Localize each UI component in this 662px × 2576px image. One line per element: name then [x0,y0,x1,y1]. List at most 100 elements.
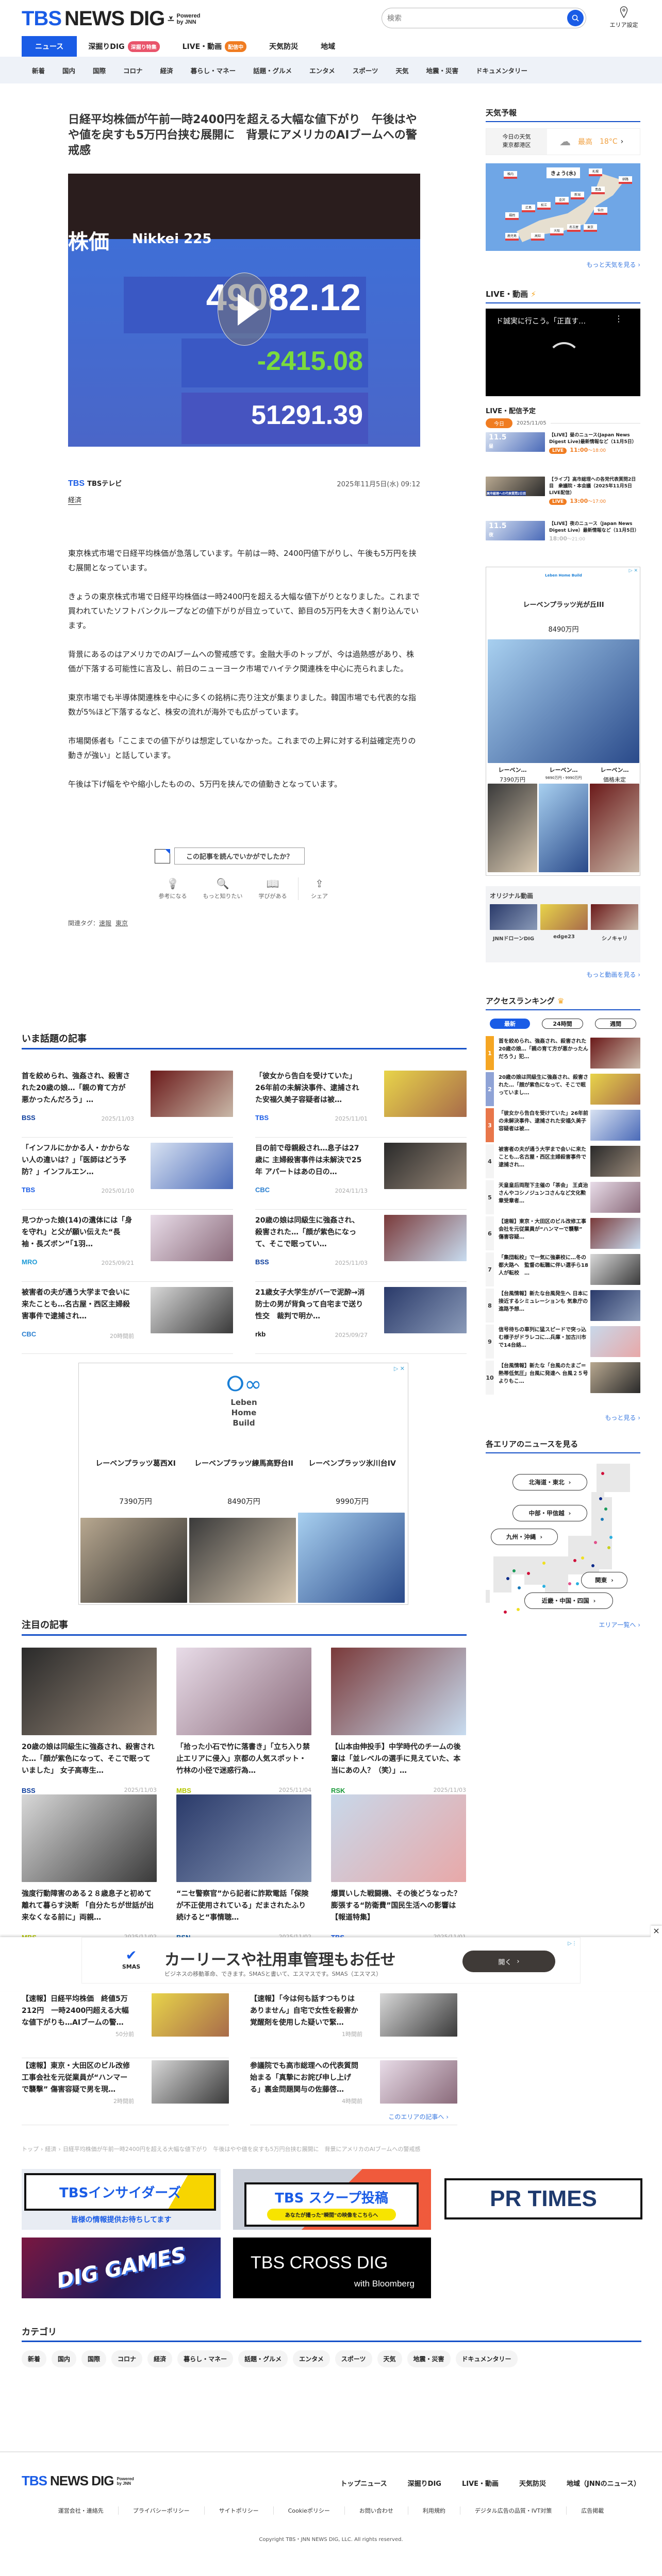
tag-link[interactable]: 速報 [99,920,111,927]
site-logo[interactable]: TBS NEWS DIG ⩡ Powered by JNN [22,7,201,30]
ranking-thumbnail[interactable] [590,1182,640,1213]
more-options-icon[interactable]: ⋮ [615,314,623,324]
ad-property-name[interactable]: レーベンプラッツ葛西XI [84,1459,187,1469]
article-thumbnail[interactable] [22,1648,157,1735]
article-thumbnail[interactable] [380,2060,457,2104]
area-button[interactable]: 中部・甲信越 › [512,1505,587,1521]
article-thumbnail[interactable] [384,1143,467,1189]
ad-property-image[interactable] [189,1518,296,1603]
ad-property-image[interactable] [590,784,639,872]
banner-tbs-insiders[interactable]: TBSインサイダーズ 皆様の情報提供お待ちしてます [22,2169,221,2230]
ranking-item[interactable]: 2 20歳の娘は同級生に強姦され、殺害された…「顔が紫色になって、そこで眠っていま… [486,1072,640,1106]
article-thumbnail[interactable] [151,1143,233,1189]
article-thumbnail[interactable] [151,1287,233,1333]
trending-article[interactable]: 首を絞められ、強姦され、殺害された20歳の娘…「親の育て方が悪かったんだろう」…… [22,1060,233,1138]
ranking-thumbnail[interactable] [590,1110,640,1141]
category-chip[interactable]: 天気 [377,2350,402,2367]
ranking-thumbnail[interactable] [590,1290,640,1321]
trending-article[interactable]: 「インフルにかかる人・かからない人の違いは？」「医師はどう予防？」インフルエン…… [22,1132,233,1210]
trending-article[interactable]: 目の前で母親殺され…息子は27歳に 主婦殺害事件は未解決で25年 アパートはあの… [255,1132,467,1210]
featured-article[interactable]: 強度行動障害のある２８歳息子と初めて離れて暮らす決断 「自分たちが世話が出来なく… [22,1794,157,1941]
footer-nav-link[interactable]: 天気防災 [519,2478,546,2488]
article-thumbnail[interactable] [152,2060,229,2104]
schedule-thumbnail[interactable]: 高市総理への代表質問2日目 [486,477,545,496]
subnav-item[interactable]: コロナ [123,65,143,75]
article-thumbnail[interactable] [331,1648,466,1735]
ad-property-image[interactable] [298,1513,405,1603]
ranking-thumbnail[interactable] [590,1074,640,1105]
nav-tab-2[interactable]: LIVE・動画 配信中 [171,36,258,57]
today-weather[interactable]: 今日の天気 東京都港区 ☁ 最高 18°C › [486,128,640,155]
subnav-item[interactable]: 話題・グルメ [253,65,292,75]
reaction-button[interactable]: 💡 参考になる [155,877,191,900]
banner-tbs-scoop[interactable]: TBS スクープ投稿 あなたが撮った"瞬間"の映像をこちらへ [233,2169,431,2230]
subnav-item[interactable]: 経済 [160,65,173,75]
reaction-button[interactable]: ⇪ シェア [298,877,334,900]
footer-link[interactable]: Cookieポリシー [273,2506,344,2515]
footer-link[interactable]: 運営会社・連絡先 [44,2506,118,2515]
ad-property-image[interactable] [488,639,639,763]
subnav-item[interactable]: エンタメ [309,65,335,75]
subnav-item[interactable]: 新着 [32,65,45,75]
article-thumbnail[interactable] [151,1071,233,1117]
banner-pr-times[interactable]: PR TIMES [444,2178,642,2219]
article-thumbnail[interactable] [176,1794,311,1882]
sticky-ad-close-icon[interactable]: × [651,1926,662,1937]
breadcrumb-item[interactable]: トップ [22,2146,39,2153]
footer-link[interactable]: 利用規約 [407,2506,460,2515]
nav-tab-1[interactable]: 深掘りDIG 深掘り特集 [77,36,171,57]
ad-choices-icon[interactable]: ▷ ✕ [394,1365,405,1372]
ad-choices-icon[interactable]: ▷⋮ [568,1941,577,1946]
category-chip[interactable]: 暮らし・マネー [177,2350,234,2367]
category-chip[interactable]: 経済 [147,2350,173,2367]
ranking-item[interactable]: 8 【台風情報】新たな台風発生へ 日本に接近するシミュレーションも 気象庁の進路予… [486,1289,640,1323]
featured-article[interactable]: 「拾った小石で竹に落書き」「立ち入り禁止エリアに侵入」京都の人気スポット・竹林の… [176,1648,311,1794]
sticky-ad-open-button[interactable]: 開く › [462,1951,555,1972]
schedule-item[interactable]: 高市総理への代表質問2日目 【ライブ】高市総理への各党代表質問2日目 衆議院・本会… [486,477,640,517]
ad-choices-icon[interactable]: ▷ ✕ [629,568,638,573]
ranking-item[interactable]: 3 「彼女から告白を受けていた」26年前の未解決事件、逮捕された安福久美子容疑者は… [486,1108,640,1142]
ad-property-name[interactable]: レーベン… [539,766,588,774]
area-button[interactable]: 関東 › [581,1572,627,1588]
category-chip[interactable]: 新着 [22,2350,47,2367]
footer-link[interactable]: プライバシーポリシー [118,2506,204,2515]
footer-link[interactable]: サイトポリシー [204,2506,273,2515]
reaction-button[interactable]: 🔍 もっと知りたい [198,877,247,900]
reaction-button[interactable]: 📖 学びがある [255,877,291,900]
ranking-item[interactable]: 7 「集団転校」で一気に強豪校に…冬の都大路へ 監督の転職に伴い選手ら18人が転校… [486,1252,640,1286]
ranking-thumbnail[interactable] [590,1362,640,1393]
ranking-tab[interactable]: 24時間 [542,1019,583,1029]
subnav-item[interactable]: 暮らし・マネー [191,65,236,75]
ranking-more-link[interactable]: もっと見る › [486,1413,640,1422]
ranking-thumbnail[interactable] [590,1254,640,1285]
ad-property-name[interactable]: レーベンプラッツ氷川台IV [301,1459,404,1469]
footer-link[interactable]: お問い合わせ [344,2506,408,2515]
nav-tab-0[interactable]: ニュース [22,36,77,57]
subnav-item[interactable]: スポーツ [353,65,378,75]
ad-property-image[interactable] [80,1518,187,1603]
main-ad[interactable]: ▷ ✕ ⵔ∞ Leben Home Build レーベンプラッツ葛西XI 7390万円 レーベ… [78,1363,408,1605]
sidebar-ad[interactable]: ▷ ✕ Leben Home Build レーベンプラッツ光が丘III 8490万円レ… [486,567,640,876]
featured-article[interactable]: 爆買いした戦闘機、その後どうなった？膨張する“防衛費”国民生活への影響は【報道特… [331,1794,466,1941]
subnav-item[interactable]: 地震・災害 [426,65,459,75]
schedule-thumbnail[interactable]: 11.5 夜 [486,521,545,540]
category-chip[interactable]: ドキュメンタリー [455,2350,518,2367]
weather-map[interactable]: きょう(水) 稚内 札幌 釧路 青森 仙台 新潟 金沢 松江 広島 福岡 鹿児島 高知 大阪 名古屋 東京 [486,163,640,251]
ad-property-name[interactable]: レーベン… [590,766,639,774]
featured-article[interactable]: “ニセ警察官”から記者に詐欺電話「保険が不正使用されている」だまされたふり続ける… [176,1794,311,1941]
ad-property-name[interactable]: レーベン… [488,766,537,774]
ad-property-image[interactable] [539,784,588,872]
ranking-item[interactable]: 4 被害者の夫が通う大学まで会いに来たことも…名古屋・西区主婦殺害事件で逮捕され… [486,1144,640,1178]
footer-link[interactable]: 広告掲載 [566,2506,618,2515]
source-name[interactable]: TBSテレビ [87,480,122,488]
play-button[interactable] [218,273,271,346]
article-video[interactable]: 株価 Nikkei 225 49082.12 -2415.08 51291.39 [68,174,420,447]
article-thumbnail[interactable] [22,1794,157,1882]
area-news-article[interactable]: 【速報】東京・大田区のビル改修工事会社を元従業員が“ハンマーで襲撃” 傷害容疑で… [22,2058,229,2125]
category-chip[interactable]: 国際 [81,2350,107,2367]
more-weather-link[interactable]: もっと天気を見る › [486,260,640,269]
ad-property-image[interactable] [488,784,537,872]
area-button[interactable]: 北海道・東北 › [512,1474,587,1490]
nav-tab-3[interactable]: 天気防災 [258,36,309,57]
article-thumbnail[interactable] [384,1287,467,1333]
